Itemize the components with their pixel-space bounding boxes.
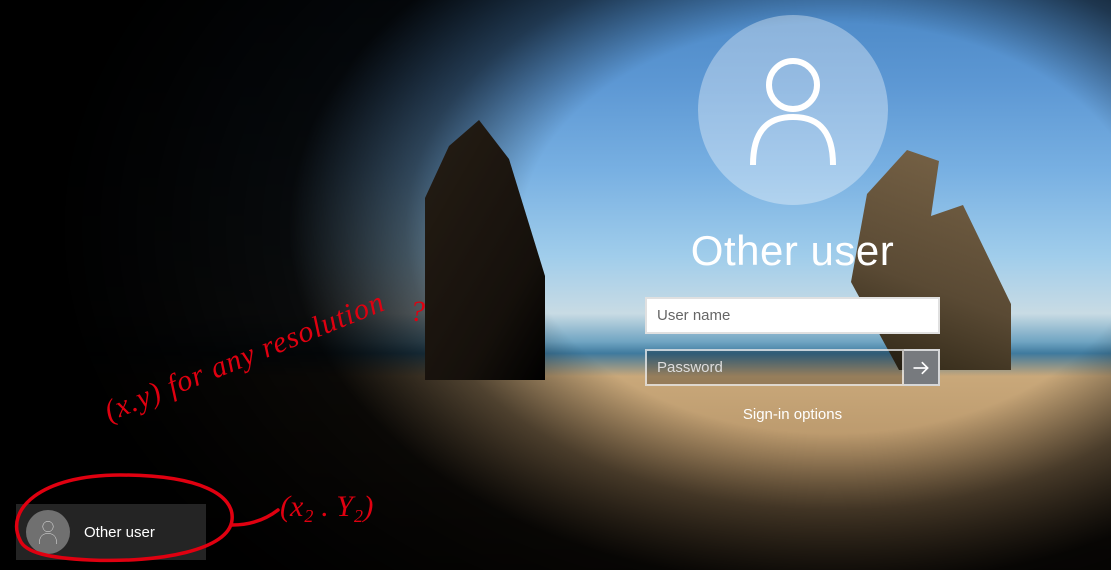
submit-button[interactable] <box>904 349 940 386</box>
arrow-right-icon <box>911 358 931 378</box>
bg-rock-left <box>425 120 545 380</box>
user-tile-other-user[interactable]: Other user <box>16 504 206 560</box>
login-title: Other user <box>691 227 894 275</box>
password-input[interactable] <box>657 351 892 384</box>
username-field-wrap[interactable] <box>645 297 940 334</box>
avatar-circle <box>698 15 888 205</box>
signin-options-link[interactable]: Sign-in options <box>743 406 842 423</box>
person-icon <box>37 520 59 544</box>
annotation-coords2: (x₂ . Y₂) <box>280 490 373 524</box>
annotation-text-1: (x.y) for any resolution <box>100 285 390 429</box>
annotation-qmark: ? <box>410 295 425 329</box>
user-tile-label: Other user <box>84 524 155 541</box>
password-field-wrap[interactable] <box>645 349 904 386</box>
login-panel: Other user Sign-in options <box>645 15 940 423</box>
username-input[interactable] <box>657 299 928 332</box>
person-icon <box>743 55 843 165</box>
user-tile-avatar <box>26 510 70 554</box>
password-row <box>645 349 940 386</box>
